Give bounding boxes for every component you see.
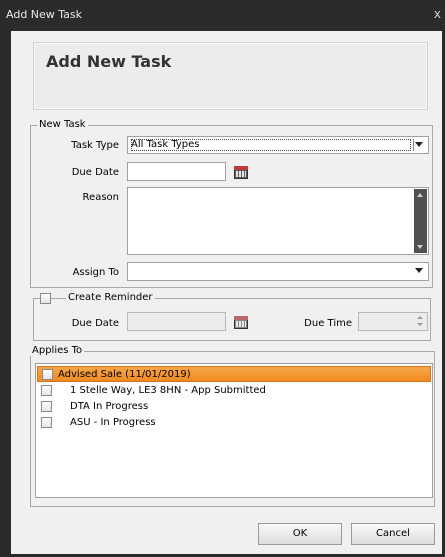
reason-scrollbar[interactable] [414,189,427,253]
ok-button[interactable]: OK [258,523,342,545]
list-item-checkbox[interactable] [41,401,52,412]
due-time-field[interactable] [358,312,428,331]
task-type-select[interactable]: All Task Types [127,136,429,154]
title-bar: Add New Task x [0,0,445,31]
page-title: Add New Task [46,52,172,71]
scroll-up-icon[interactable] [417,193,423,197]
applies-to-list[interactable]: Advised Sale (11/01/2019) 1 Stelle Way, … [35,363,433,498]
calendar-icon[interactable] [233,164,249,180]
dropdown-separator [413,139,414,151]
close-icon[interactable]: x [434,7,441,21]
dialog-header: Add New Task [33,42,428,110]
applies-to-legend: Applies To [30,345,85,356]
reminder-due-date-label: Due Date [71,318,119,329]
list-item-label: DTA In Progress [70,401,149,412]
time-spinner-icon[interactable] [416,316,424,326]
task-type-value: All Task Types [131,139,200,150]
due-date-label: Due Date [71,167,119,178]
list-item-label: ASU - In Progress [70,417,156,428]
new-task-legend: New Task [37,119,88,130]
list-item[interactable]: ASU - In Progress [37,415,431,431]
reason-textarea[interactable] [127,187,429,255]
reminder-due-date-field[interactable] [127,312,226,331]
task-type-label: Task Type [71,140,119,151]
list-item-checkbox[interactable] [41,417,52,428]
reason-label: Reason [82,192,119,203]
list-item-checkbox[interactable] [41,385,52,396]
cancel-button[interactable]: Cancel [351,523,435,545]
due-date-field[interactable] [127,162,226,181]
list-item[interactable]: 1 Stelle Way, LE3 8HN - App Submitted [37,383,431,399]
list-item[interactable]: DTA In Progress [37,399,431,415]
create-reminder-checkbox[interactable] [40,293,51,304]
chevron-down-icon[interactable] [415,268,423,273]
due-time-label: Due Time [304,318,352,329]
list-item-checkbox[interactable] [42,369,53,380]
list-item[interactable]: Advised Sale (11/01/2019) [37,366,431,382]
scroll-down-icon[interactable] [417,245,423,249]
calendar-icon[interactable] [233,314,249,330]
list-item-label: 1 Stelle Way, LE3 8HN - App Submitted [70,385,266,396]
window-title: Add New Task [6,8,83,21]
create-reminder-label[interactable]: Create Reminder [66,292,155,303]
assign-to-select[interactable] [127,262,429,281]
assign-to-label: Assign To [72,267,119,278]
list-item-label: Advised Sale (11/01/2019) [58,369,191,380]
chevron-down-icon[interactable] [415,142,423,147]
